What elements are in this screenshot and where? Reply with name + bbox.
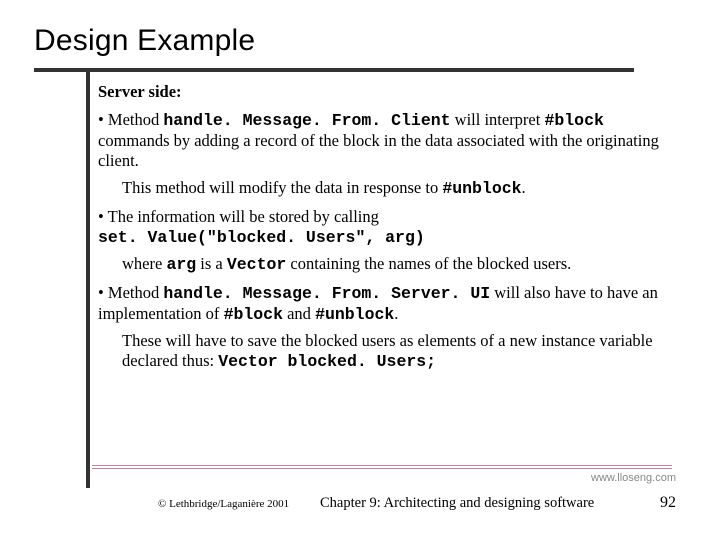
copyright-text: © Lethbridge/Laganière 2001 [158, 498, 289, 510]
text: commands by adding a record of the block… [98, 131, 659, 170]
slide: Design Example Server side: • Method han… [0, 0, 720, 540]
bullet-mark: • [98, 207, 108, 226]
text: containing the names of the blocked user… [286, 254, 571, 273]
url-text: www.lloseng.com [591, 472, 676, 484]
rule-vertical [86, 68, 90, 488]
code: Vector [227, 255, 286, 274]
text: This method will modify the data in resp… [122, 178, 442, 197]
code: handle. Message. From. Server. UI [163, 284, 490, 303]
text: will interpret [451, 110, 545, 129]
code: #block [224, 305, 283, 324]
text: is a [196, 254, 227, 273]
content-area: Server side: • Method handle. Message. F… [98, 82, 668, 381]
bullet-item-2: • The information will be stored by call… [98, 207, 668, 248]
text: . [522, 178, 526, 197]
rule-horizontal-bottom-1 [92, 465, 672, 466]
code: #block [544, 111, 603, 130]
indent-item-3: These will have to save the blocked user… [122, 331, 668, 372]
code: #unblock [442, 179, 521, 198]
text: where [122, 254, 166, 273]
chapter-text: Chapter 9: Architecting and designing so… [320, 495, 594, 512]
indent-item-1: This method will modify the data in resp… [122, 178, 668, 199]
text: The information will be stored by callin… [108, 207, 379, 226]
code: handle. Message. From. Client [163, 111, 450, 130]
code: arg [166, 255, 196, 274]
text: Method [108, 110, 163, 129]
page-number: 92 [660, 494, 676, 512]
bullet-mark: • [98, 283, 108, 302]
text: Method [108, 283, 163, 302]
bullet-item-3: • Method handle. Message. From. Server. … [98, 283, 668, 325]
code: set. Value("blocked. Users", arg) [98, 228, 425, 247]
indent-item-2: where arg is a Vector containing the nam… [122, 254, 668, 275]
rule-horizontal-top [34, 68, 634, 72]
code: #unblock [315, 305, 394, 324]
subheading: Server side: [98, 82, 668, 102]
text: . [394, 304, 398, 323]
slide-title: Design Example [34, 24, 255, 58]
rule-horizontal-bottom-2 [92, 468, 672, 469]
text: and [283, 304, 315, 323]
bullet-mark: • [98, 110, 108, 129]
bullet-item-1: • Method handle. Message. From. Client w… [98, 110, 668, 171]
code: Vector blocked. Users; [218, 352, 436, 371]
